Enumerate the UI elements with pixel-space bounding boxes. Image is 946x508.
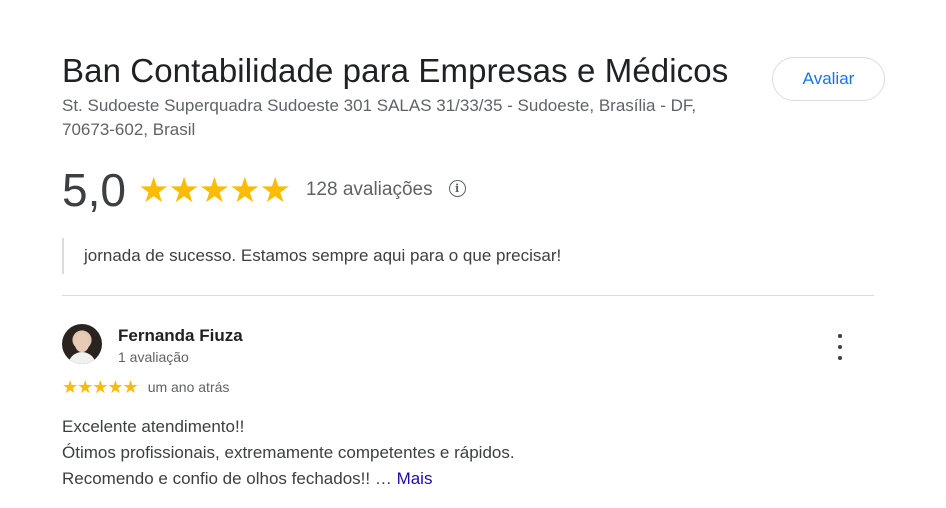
more-vert-icon[interactable] [828,334,852,360]
business-name: Ban Contabilidade para Empresas e Médico… [62,52,729,89]
review-line: Ótimos profissionais, extremamente compe… [62,443,515,462]
owner-quote: jornada de sucesso. Estamos sempre aqui … [62,238,561,274]
review-text: Excelente atendimento!! Ótimos profissio… [62,414,822,492]
reviews-count[interactable]: 128 avaliações [306,179,433,201]
review-stars: ★★★★★ [62,377,139,397]
review-line: Excelente atendimento!! [62,417,245,436]
avatar[interactable] [62,324,102,364]
review-time: um ano atrás [147,379,230,395]
rating-summary: 5,0 ★★★★★ 128 avaliações i [62,160,466,220]
info-icon[interactable]: i [448,179,466,197]
reviewer-review-count: 1 avaliação [118,349,189,365]
divider [62,295,874,296]
rating-score: 5,0 [62,164,126,216]
rate-button[interactable]: Avaliar [772,57,885,101]
review-line: Recomendo e confio de olhos fechados!! … [62,469,392,488]
review-rating-row: ★★★★★ um ano atrás [62,378,229,396]
more-link[interactable]: Mais [397,469,433,488]
review-line-last: Recomendo e confio de olhos fechados!! …… [62,466,822,492]
rating-stars: ★★★★★ [137,170,291,210]
business-address: St. Sudoeste Superquadra Sudoeste 301 SA… [62,96,697,139]
reviewer-name[interactable]: Fernanda Fiuza [118,326,243,346]
